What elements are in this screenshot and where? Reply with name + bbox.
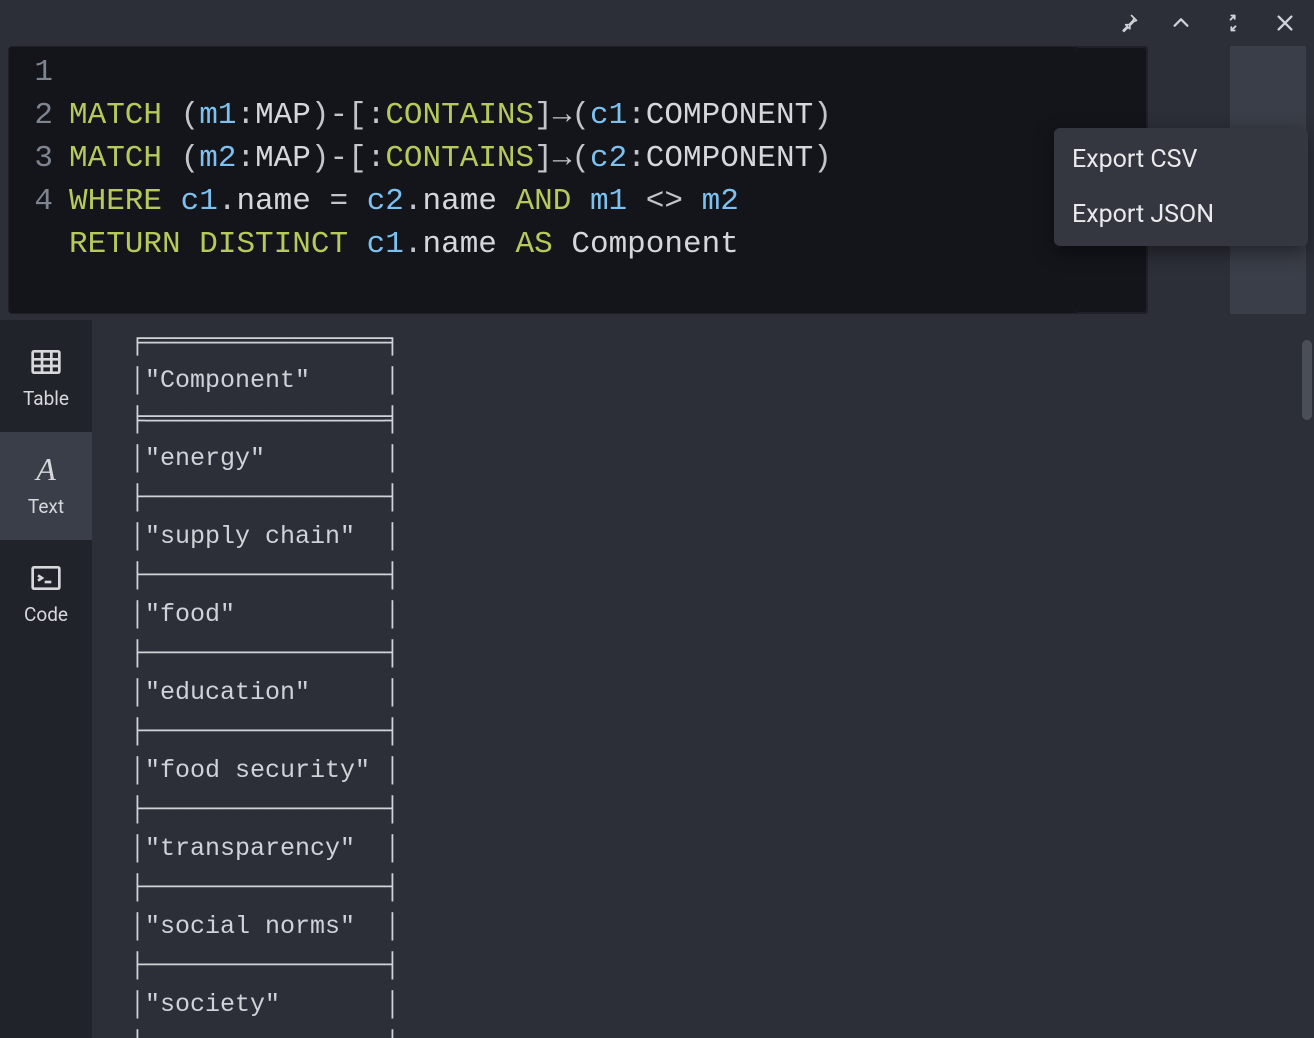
scrollbar-thumb[interactable] — [1302, 340, 1312, 420]
line-number: 1 — [9, 51, 69, 94]
line-number: 2 — [9, 94, 69, 137]
close-icon[interactable] — [1274, 12, 1296, 34]
tab-label: Code — [24, 603, 68, 626]
window-toolbar — [0, 0, 1314, 46]
code-icon — [29, 563, 63, 593]
text-icon: A — [29, 455, 63, 485]
line-number: 3 — [9, 137, 69, 180]
chevron-up-icon[interactable] — [1170, 12, 1192, 34]
export-json[interactable]: Export JSON — [1054, 187, 1308, 242]
tab-label: Text — [28, 495, 64, 518]
result-view-tabs: Table A Text Code — [0, 320, 92, 1038]
line-gutter: 1 2 3 4 — [9, 47, 69, 313]
tab-label: Table — [23, 387, 69, 410]
table-icon — [29, 347, 63, 377]
tab-code[interactable]: Code — [0, 540, 92, 648]
collapse-icon[interactable] — [1222, 12, 1244, 34]
tab-table[interactable]: Table — [0, 324, 92, 432]
result-text[interactable]: ╒════════════════╕ │"Component" │ ╞═════… — [92, 320, 1314, 1038]
export-csv[interactable]: Export CSV — [1054, 132, 1308, 187]
line-number: 4 — [9, 180, 69, 223]
tab-text[interactable]: A Text — [0, 432, 92, 540]
pin-icon[interactable] — [1118, 12, 1140, 34]
export-menu: Export CSV Export JSON — [1054, 128, 1308, 246]
code-body[interactable]: MATCH (m1:MAP)-[:CONTAINS]→(c1:COMPONENT… — [69, 47, 1075, 313]
query-editor[interactable]: 1 2 3 4 MATCH (m1:MAP)-[:CONTAINS]→(c1:C… — [8, 46, 1148, 314]
